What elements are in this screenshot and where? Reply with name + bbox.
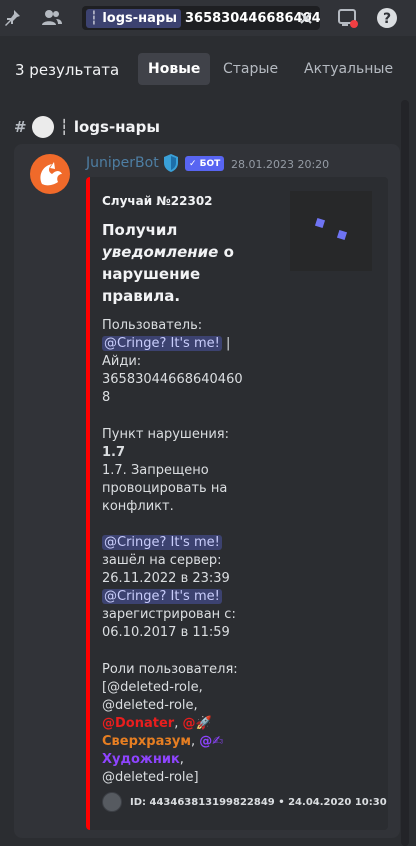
id-label: Айди:	[102, 354, 142, 369]
svg-text:?: ?	[383, 11, 391, 27]
tab-new[interactable]: Новые	[138, 53, 211, 85]
shield-icon	[162, 153, 180, 173]
id-value: 36583044668640460	[102, 372, 243, 387]
join-mention[interactable]: @Cringe? It's me!	[102, 535, 222, 550]
roles-label: Роли пользователя:	[102, 662, 238, 677]
author-name[interactable]: JuniperBot	[86, 155, 159, 171]
bot-badge: ✓ БОТ	[185, 156, 225, 171]
role-item: [@deleted-role,	[102, 680, 203, 695]
search-channel-tag: ┆ logs-нары	[86, 8, 181, 28]
join-label: зашёл на сервер:	[102, 553, 222, 568]
results-count: 3 результата	[15, 61, 120, 79]
user-line: @Cringe? It's me! |	[102, 336, 231, 351]
role-donater[interactable]: @Donater	[102, 716, 174, 731]
channel-status-icon	[31, 116, 54, 138]
footer-text: ID: 443463813199822849 • 24.04.2020 10:3…	[130, 796, 387, 808]
user-label: Пользователь:	[102, 318, 203, 333]
inbox-icon[interactable]	[336, 6, 360, 30]
pin-icon[interactable]	[0, 6, 24, 30]
role-pen[interactable]: @✍	[199, 734, 223, 749]
search-result-message[interactable]: JuniperBot ✓ БОТ 28.01.2023 20:20 Случай…	[14, 144, 400, 838]
id-value-tail: 8	[102, 390, 111, 405]
rule-text: 1.7. Запрещено	[102, 463, 209, 478]
rule-label: Пункт нарушения:	[102, 427, 229, 442]
reg-mention[interactable]: @Cringe? It's me!	[102, 589, 222, 604]
help-icon[interactable]: ?	[375, 6, 399, 30]
embed-footer: ID: 443463813199822849 • 24.04.2020 10:3…	[102, 791, 387, 813]
thumbnail-dot	[314, 217, 326, 229]
join-date: 26.11.2022 в 23:39	[102, 571, 230, 586]
close-icon[interactable]	[298, 10, 314, 26]
scrollbar[interactable]	[401, 100, 409, 846]
role-item: @deleted-role]	[102, 770, 199, 785]
role-hudozhnik[interactable]: Художник	[102, 752, 180, 767]
channel-header[interactable]: # ┆ logs-нары	[14, 114, 160, 140]
role-item: @deleted-role,	[102, 698, 198, 713]
rule-text: конфликт.	[102, 499, 174, 514]
reg-date: 06.10.2017 в 11:59	[102, 625, 230, 640]
rule-text: провоцировать на	[102, 481, 228, 496]
search-results-header: 3 результата Новые Старые Актуальные	[0, 36, 416, 100]
members-icon[interactable]	[40, 6, 64, 30]
top-toolbar: ┆ logs-нары 36583044668640460 ?	[0, 0, 416, 36]
roles-line: @Donater, @🚀	[102, 716, 212, 731]
footer-avatar	[102, 792, 122, 812]
channel-name: ┆ logs-нары	[59, 118, 160, 136]
search-input[interactable]: ┆ logs-нары 36583044668640460	[82, 6, 320, 30]
embed-heading: Получил уведомление о нарушение правила.	[102, 221, 234, 305]
embed: Случай №22302 Получил уведомление о нару…	[86, 177, 388, 830]
thumbnail-dot	[336, 229, 348, 241]
embed-title: Случай №22302	[102, 194, 213, 208]
rule-number: 1.7	[102, 445, 126, 460]
user-mention[interactable]: @Cringe? It's me!	[102, 336, 222, 351]
embed-thumbnail	[290, 191, 372, 271]
role-rocket[interactable]: @🚀	[182, 716, 211, 731]
roles-line: Художник,	[102, 752, 184, 767]
roles-line: Сверхразум, @✍	[102, 734, 224, 749]
channel-hash-icon: #	[14, 118, 27, 136]
tab-old[interactable]: Старые	[213, 53, 288, 85]
reg-label: зарегистрирован с:	[102, 607, 236, 622]
role-sverhrazum[interactable]: Сверхразум	[102, 734, 191, 749]
message-timestamp: 28.01.2023 20:20	[231, 158, 330, 171]
tab-relevant[interactable]: Актуальные	[294, 53, 403, 85]
avatar[interactable]	[30, 154, 70, 194]
